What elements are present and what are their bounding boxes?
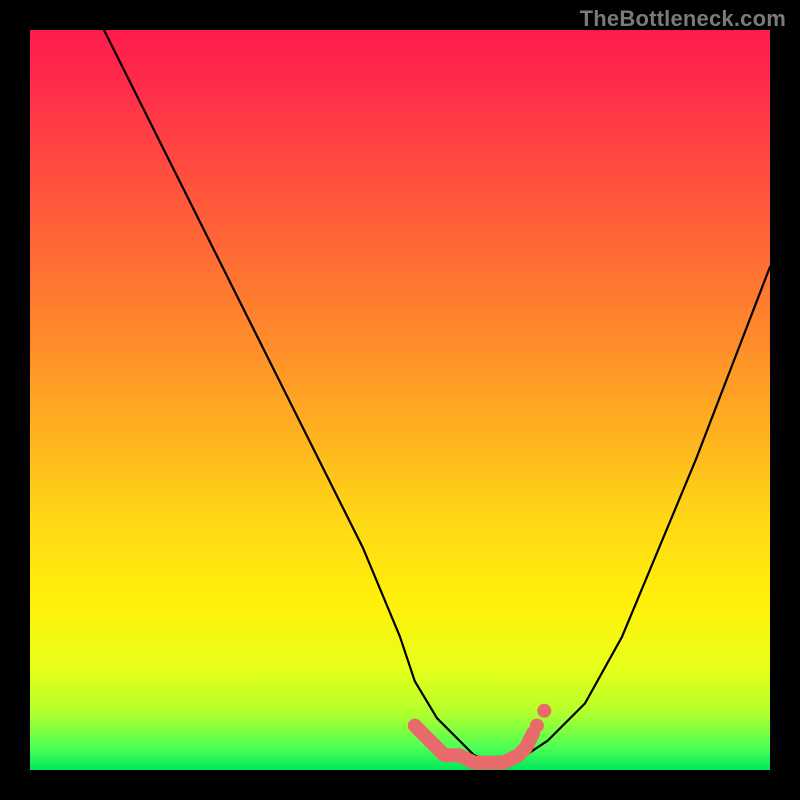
chart-frame: TheBottleneck.com: [0, 0, 800, 800]
marker-dot: [537, 704, 551, 718]
plot-area: [30, 30, 770, 770]
marker-band-line: [415, 726, 533, 763]
curve-line: [104, 30, 770, 763]
chart-overlay: [30, 30, 770, 770]
marker-band: [415, 704, 552, 763]
marker-dot: [530, 719, 544, 733]
watermark-text: TheBottleneck.com: [580, 6, 786, 32]
